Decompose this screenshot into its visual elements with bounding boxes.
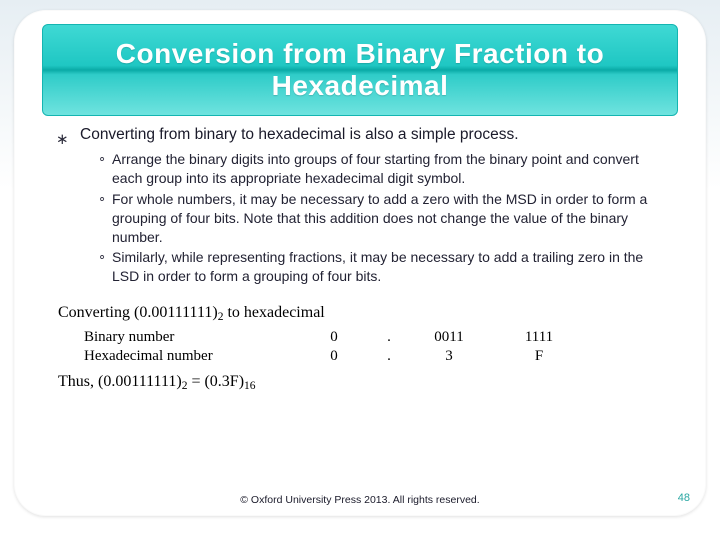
content-area: ∗ Converting from binary to hexadecimal … bbox=[14, 116, 706, 286]
conclusion-mid: = (0.3F) bbox=[187, 373, 244, 390]
digit-group: 3 bbox=[404, 348, 494, 365]
digit-group: 0 bbox=[294, 329, 374, 346]
example-conclusion: Thus, (0.00111111)2 = (0.3F)16 bbox=[58, 373, 662, 392]
lead-text: Converting from binary to hexadecimal is… bbox=[80, 126, 519, 143]
example-title: Converting (0.00111111)2 to hexadecimal bbox=[58, 304, 662, 323]
digit-group: F bbox=[494, 348, 584, 365]
sub-bullet-list: Arrange the binary digits into groups of… bbox=[58, 150, 662, 286]
example-row-values: 0 . 0011 1111 bbox=[294, 329, 662, 346]
digit-group: 1111 bbox=[494, 329, 584, 346]
sub-bullet-item: Similarly, while representing fractions,… bbox=[98, 248, 662, 286]
slide-card: Conversion from Binary Fraction to Hexad… bbox=[14, 10, 706, 516]
lead-line: ∗ Converting from binary to hexadecimal … bbox=[58, 126, 662, 144]
binary-point-icon: . bbox=[374, 348, 404, 365]
page-number: 48 bbox=[678, 492, 690, 504]
digit-group: 0011 bbox=[404, 329, 494, 346]
example-title-suffix: to hexadecimal bbox=[223, 304, 324, 321]
sub-bullet-item: For whole numbers, it may be necessary t… bbox=[98, 190, 662, 247]
sub-bullet-item: Arrange the binary digits into groups of… bbox=[98, 150, 662, 188]
digit-group: 0 bbox=[294, 348, 374, 365]
worked-example: Converting (0.00111111)2 to hexadecimal … bbox=[58, 304, 662, 392]
lead-bullet-icon: ∗ bbox=[56, 130, 69, 148]
title-band: Conversion from Binary Fraction to Hexad… bbox=[42, 24, 678, 116]
copyright-footer: © Oxford University Press 2013. All righ… bbox=[14, 494, 706, 506]
example-row-label: Hexadecimal number bbox=[84, 348, 294, 365]
slide-title: Conversion from Binary Fraction to Hexad… bbox=[55, 38, 665, 102]
conclusion-prefix: Thus, (0.00111111) bbox=[58, 373, 182, 390]
binary-point-icon: . bbox=[374, 329, 404, 346]
example-row-values: 0 . 3 F bbox=[294, 348, 662, 365]
conclusion-sub2: 16 bbox=[244, 380, 256, 392]
example-row-hex: Hexadecimal number 0 . 3 F bbox=[58, 348, 662, 365]
example-title-prefix: Converting (0.00111111) bbox=[58, 304, 218, 321]
example-row-label: Binary number bbox=[84, 329, 294, 346]
example-row-binary: Binary number 0 . 0011 1111 bbox=[58, 329, 662, 346]
